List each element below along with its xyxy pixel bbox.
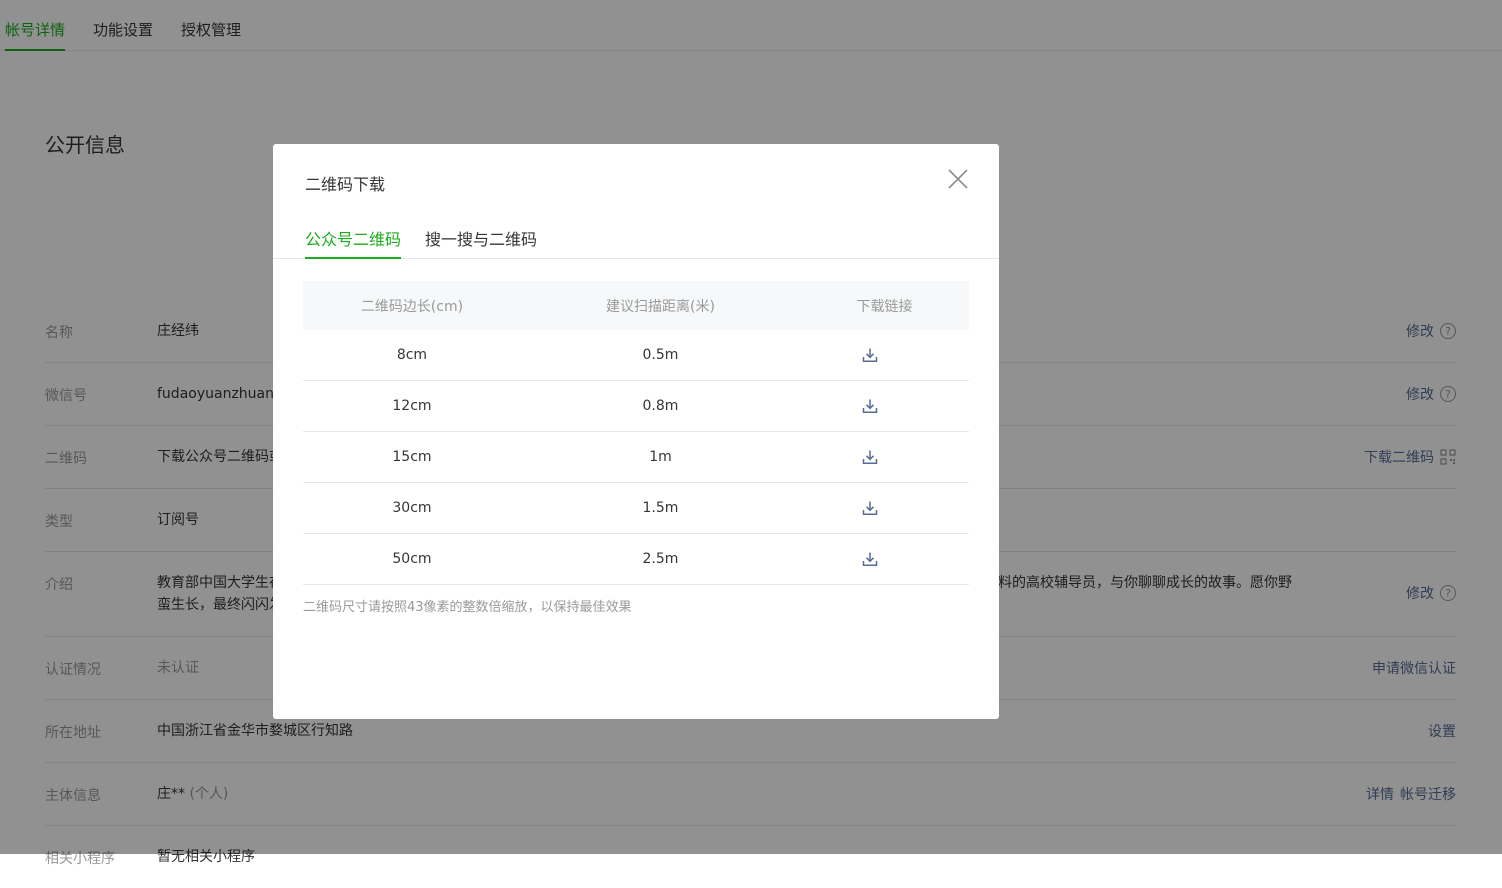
qrcode-size-cell: 8cm bbox=[303, 330, 521, 381]
download-icon[interactable] bbox=[862, 347, 878, 363]
qrcode-size-cell: 30cm bbox=[303, 482, 521, 534]
table-row: 12cm 0.8m bbox=[303, 380, 969, 432]
qrcode-download-dialog: 二维码下载 公众号二维码 搜一搜与二维码 二维码边长(cm) 建议扫描距离(米)… bbox=[273, 144, 999, 719]
tab-official-account-qrcode[interactable]: 公众号二维码 bbox=[305, 226, 402, 259]
qrcode-size-cell: 12cm bbox=[303, 380, 521, 432]
scan-distance-cell: 2.5m bbox=[520, 533, 801, 585]
scan-distance-cell: 0.5m bbox=[520, 330, 801, 381]
tab-search-qrcode[interactable]: 搜一搜与二维码 bbox=[425, 226, 537, 258]
scan-distance-cell: 1m bbox=[520, 431, 801, 483]
download-link-cell bbox=[800, 482, 969, 534]
header-distance: 建议扫描距离(米) bbox=[520, 281, 801, 330]
table-header-row: 二维码边长(cm) 建议扫描距离(米) 下载链接 bbox=[303, 281, 969, 330]
table-row: 30cm 1.5m bbox=[303, 482, 969, 534]
header-size: 二维码边长(cm) bbox=[303, 281, 521, 330]
download-icon[interactable] bbox=[862, 551, 878, 567]
close-icon[interactable] bbox=[947, 168, 969, 190]
download-link-cell bbox=[800, 380, 969, 432]
download-icon[interactable] bbox=[862, 500, 878, 516]
table-row: 50cm 2.5m bbox=[303, 533, 969, 585]
qrcode-size-cell: 50cm bbox=[303, 533, 521, 585]
dialog-tab-bar: 公众号二维码 搜一搜与二维码 bbox=[273, 224, 999, 259]
table-row: 8cm 0.5m bbox=[303, 330, 969, 381]
header-download: 下载链接 bbox=[800, 281, 969, 330]
download-icon[interactable] bbox=[862, 398, 878, 414]
download-link-cell bbox=[800, 431, 969, 483]
qrcode-size-cell: 15cm bbox=[303, 431, 521, 483]
download-link-cell bbox=[800, 533, 969, 585]
scan-distance-cell: 1.5m bbox=[520, 482, 801, 534]
table-row: 15cm 1m bbox=[303, 431, 969, 483]
download-icon[interactable] bbox=[862, 449, 878, 465]
qrcode-size-table: 二维码边长(cm) 建议扫描距离(米) 下载链接 8cm 0.5m 12cm 0… bbox=[303, 281, 969, 585]
scan-distance-cell: 0.8m bbox=[520, 380, 801, 432]
dialog-title: 二维码下载 bbox=[305, 175, 386, 194]
download-link-cell bbox=[800, 330, 969, 381]
size-footnote: 二维码尺寸请按照43像素的整数倍缩放，以保持最佳效果 bbox=[303, 600, 632, 615]
